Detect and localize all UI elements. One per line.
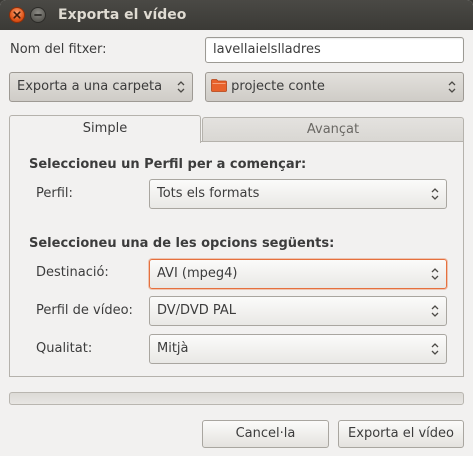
chevron-up-down-icon xyxy=(431,343,439,355)
chevron-up-down-icon xyxy=(431,188,439,200)
tab-advanced[interactable]: Avançat xyxy=(202,117,464,141)
quality-select[interactable]: Mitjà xyxy=(149,334,447,364)
export-progress-bar xyxy=(9,392,464,405)
window-title: Exporta el vídeo xyxy=(58,7,187,23)
filename-label: Nom del fitxer: xyxy=(10,42,107,57)
cancel-button[interactable]: Cancel·la xyxy=(202,420,329,448)
folder-value: projecte conte xyxy=(231,79,325,94)
destination-select[interactable]: AVI (mpeg4) xyxy=(149,259,447,289)
export-mode-value: Exporta a una carpeta xyxy=(17,79,163,94)
tab-simple[interactable]: Simple xyxy=(9,115,201,143)
minimize-icon xyxy=(34,14,42,16)
options-section-heading: Seleccioneu una de les opcions següents: xyxy=(29,236,335,251)
profile-section-heading: Seleccioneu un Perfil per a començar: xyxy=(29,157,307,172)
profile-label: Perfil: xyxy=(36,186,73,201)
close-icon xyxy=(13,11,21,19)
export-video-dialog: Exporta el vídeo Nom del fitxer: lavella… xyxy=(0,0,473,456)
chevron-up-down-icon xyxy=(431,305,439,317)
folder-icon xyxy=(211,78,227,92)
export-button[interactable]: Exporta el vídeo xyxy=(338,420,464,448)
minimize-window-button[interactable] xyxy=(30,7,46,23)
destination-label: Destinació: xyxy=(36,265,109,280)
export-mode-select[interactable]: Exporta a una carpeta xyxy=(9,72,193,102)
profile-value: Tots els formats xyxy=(157,186,260,201)
chevron-up-down-icon xyxy=(448,81,456,93)
destination-value: AVI (mpeg4) xyxy=(157,266,238,281)
folder-select[interactable]: projecte conte xyxy=(205,72,464,102)
filename-field[interactable]: lavellaielslladres xyxy=(205,37,464,63)
video-profile-label: Perfil de vídeo: xyxy=(36,303,133,318)
quality-label: Qualitat: xyxy=(36,341,93,356)
profile-select[interactable]: Tots els formats xyxy=(149,179,447,209)
chevron-up-down-icon xyxy=(177,81,185,93)
video-profile-select[interactable]: DV/DVD PAL xyxy=(149,296,447,326)
chevron-up-down-icon xyxy=(431,268,439,280)
title-bar: Exporta el vídeo xyxy=(0,0,473,30)
video-profile-value: DV/DVD PAL xyxy=(157,303,237,318)
quality-value: Mitjà xyxy=(157,341,189,356)
close-window-button[interactable] xyxy=(9,7,25,23)
